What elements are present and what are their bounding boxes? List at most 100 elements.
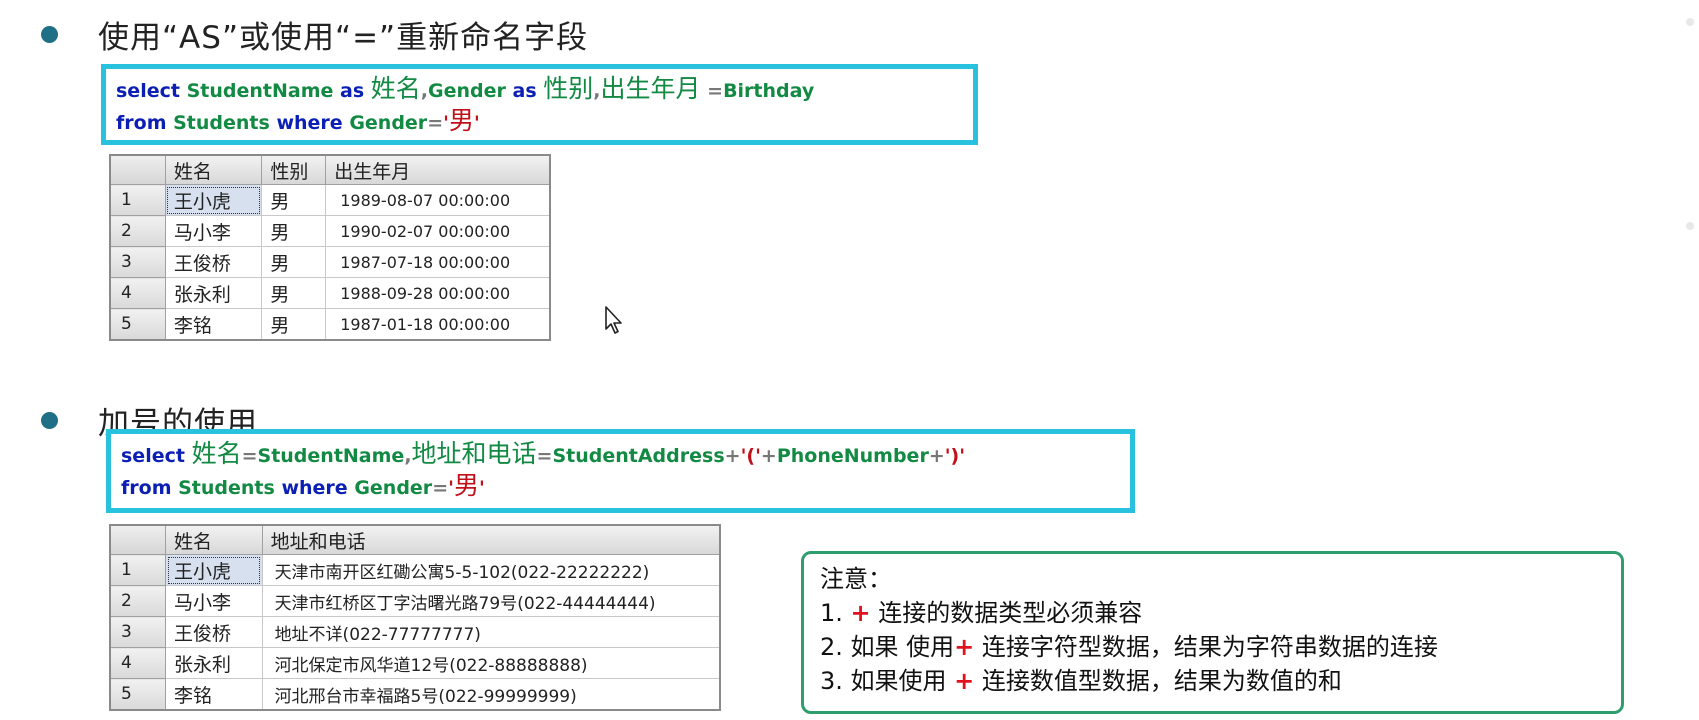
grid-cell-name[interactable]: 王小虎 [165, 554, 263, 586]
sql-keyword-from: from [121, 477, 172, 499]
sql-line-1: select 姓名=StudentName,地址和电话=StudentAddre… [121, 438, 1122, 470]
grid-column-header[interactable]: 地址和电话 [261, 524, 721, 555]
sql-plus-operator: + [928, 445, 945, 467]
note-item: 3. 如果使用 + 连接数值型数据，结果为数值的和 [820, 664, 1605, 698]
grid-header-row: 姓名 性别 出生年月 [109, 154, 551, 185]
table-row: 5 李铭 河北邢台市幸福路5号(022-99999999) [109, 678, 721, 711]
grid-cell-birthdate[interactable]: 1989-08-07 00:00:00 [325, 184, 551, 216]
bullet-dot-icon [41, 26, 58, 43]
sql-keyword-from: from [116, 112, 167, 134]
grid-row-number[interactable]: 1 [109, 554, 166, 586]
sql-quote: ' [478, 477, 485, 499]
grid-corner-cell[interactable] [109, 154, 166, 185]
sql-equals: = [536, 445, 553, 467]
sql-plus-operator: + [724, 445, 741, 467]
grid-row-number[interactable]: 4 [109, 277, 166, 309]
plus-icon: + [850, 599, 871, 627]
note-title: 注意： [820, 565, 892, 593]
grid-cell-name[interactable]: 王俊桥 [164, 246, 263, 278]
table-row: 1 王小虎 天津市南开区红磡公寓5-5-102(022-22222222) [109, 554, 721, 586]
table-row: 2 马小李 男 1990-02-07 00:00:00 [109, 215, 551, 247]
sql-keyword-select: select [116, 80, 180, 102]
grid-column-header[interactable]: 性别 [261, 154, 327, 185]
grid-cell-address-phone[interactable]: 天津市南开区红磡公寓5-5-102(022-22222222) [261, 554, 721, 586]
sql-line-1: select StudentName as 姓名,Gender as 性别,出生… [116, 73, 965, 105]
grid-cell-address-phone[interactable]: 天津市红桥区丁字沽曙光路79号(022-44444444) [261, 585, 721, 617]
grid-cell-address-phone[interactable]: 河北邢台市幸福路5号(022-99999999) [261, 678, 721, 711]
grid-cell-birthdate[interactable]: 1987-07-18 00:00:00 [325, 246, 551, 278]
note-item-prefix: 3. 如果使用 [820, 667, 955, 695]
sql-keyword-where: where [276, 112, 343, 134]
grid-cell-birthdate[interactable]: 1987-01-18 00:00:00 [325, 308, 551, 341]
grid-column-header[interactable]: 姓名 [164, 154, 263, 185]
table-row: 2 马小李 天津市红桥区丁字沽曙光路79号(022-44444444) [109, 585, 721, 617]
grid-row-number[interactable]: 2 [109, 585, 166, 617]
grid-cell-gender[interactable]: 男 [261, 308, 327, 341]
sql-column-gender: Gender [354, 477, 433, 499]
sql-equals: = [707, 80, 724, 102]
grid-row-number[interactable]: 3 [109, 246, 166, 278]
grid-row-number[interactable]: 5 [109, 678, 166, 711]
sql-table-students: Students [178, 477, 275, 499]
grid-cell-birthdate[interactable]: 1990-02-07 00:00:00 [325, 215, 551, 247]
sql-string-close-paren: ')' [944, 445, 966, 467]
sql-keyword-as: as [512, 80, 537, 102]
plus-icon: + [954, 633, 975, 661]
note-item-prefix: 2. 如果 使用 [820, 633, 955, 661]
grid-cell-name[interactable]: 马小李 [164, 215, 263, 247]
grid-cell-address-phone[interactable]: 地址不详(022-77777777) [261, 616, 721, 648]
sql-equals: = [241, 445, 258, 467]
grid-cell-name[interactable]: 李铭 [164, 308, 263, 341]
sql-quote: ' [473, 112, 480, 134]
slide-dot [1686, 18, 1694, 26]
grid-cell-name[interactable]: 张永利 [164, 277, 263, 309]
mouse-pointer-icon [605, 306, 622, 334]
grid-corner-cell[interactable] [109, 524, 166, 555]
sql-alias-gender: 性别 [543, 74, 594, 103]
grid-row-number[interactable]: 1 [109, 184, 166, 216]
grid-cell-gender[interactable]: 男 [261, 277, 327, 309]
grid-cell-address-phone[interactable]: 河北保定市风华道12号(022-88888888) [261, 647, 721, 679]
bullet-dot-icon [41, 412, 58, 429]
note-item: 2. 如果 使用+ 连接字符型数据，结果为字符串数据的连接 [820, 630, 1605, 664]
sql-column-gender: Gender [349, 112, 428, 134]
sql-comma: , [404, 445, 412, 467]
result-grid-rename: 姓名 性别 出生年月 1 王小虎 男 1989-08-07 00:00:00 2… [109, 154, 551, 341]
grid-row-number[interactable]: 5 [109, 308, 166, 341]
sql-string-open-paren: '(' [740, 445, 761, 467]
grid-cell-gender[interactable]: 男 [261, 184, 327, 216]
note-item-text: 连接数值型数据，结果为数值的和 [974, 667, 1342, 695]
grid-cell-gender[interactable]: 男 [261, 246, 327, 278]
grid-cell-birthdate[interactable]: 1988-09-28 00:00:00 [325, 277, 551, 309]
sql-equals: = [427, 112, 444, 134]
plus-icon: + [954, 667, 975, 695]
grid-column-header[interactable]: 出生年月 [325, 154, 551, 185]
sql-comma: , [420, 80, 428, 102]
grid-cell-name[interactable]: 李铭 [165, 678, 263, 711]
grid-cell-name[interactable]: 王小虎 [164, 184, 263, 216]
sql-line-2: from Students where Gender='男' [121, 470, 1122, 502]
sql-alias-name: 姓名 [191, 439, 242, 468]
table-row: 5 李铭 男 1987-01-18 00:00:00 [109, 308, 551, 341]
sql-table-students: Students [173, 112, 270, 134]
sql-column-studentaddress: StudentAddress [552, 445, 725, 467]
grid-cell-name[interactable]: 王俊桥 [165, 616, 263, 648]
note-item-text: 连接的数据类型必须兼容 [870, 599, 1143, 627]
sql-box-rename: select StudentName as 姓名,Gender as 性别,出生… [101, 64, 978, 145]
sql-column-gender: Gender [428, 80, 506, 102]
grid-cell-gender[interactable]: 男 [261, 215, 327, 247]
sql-box-plus: select 姓名=StudentName,地址和电话=StudentAddre… [106, 429, 1135, 513]
grid-cell-name[interactable]: 张永利 [165, 647, 263, 679]
grid-row-number[interactable]: 3 [109, 616, 166, 648]
sql-keyword-as: as [340, 80, 365, 102]
sql-equals: = [432, 477, 449, 499]
table-row: 3 王俊桥 地址不详(022-77777777) [109, 616, 721, 648]
sql-keyword-select: select [121, 445, 185, 467]
grid-column-header[interactable]: 姓名 [165, 524, 263, 555]
note-box: 注意： 1. + 连接的数据类型必须兼容 2. 如果 使用+ 连接字符型数据，结… [801, 551, 1624, 714]
grid-row-number[interactable]: 2 [109, 215, 166, 247]
grid-cell-name[interactable]: 马小李 [165, 585, 263, 617]
sql-column-phonenumber: PhoneNumber [776, 445, 929, 467]
grid-row-number[interactable]: 4 [109, 647, 166, 679]
section-heading-rename: 使用“AS”或使用“=”重新命名字段 [98, 20, 589, 56]
